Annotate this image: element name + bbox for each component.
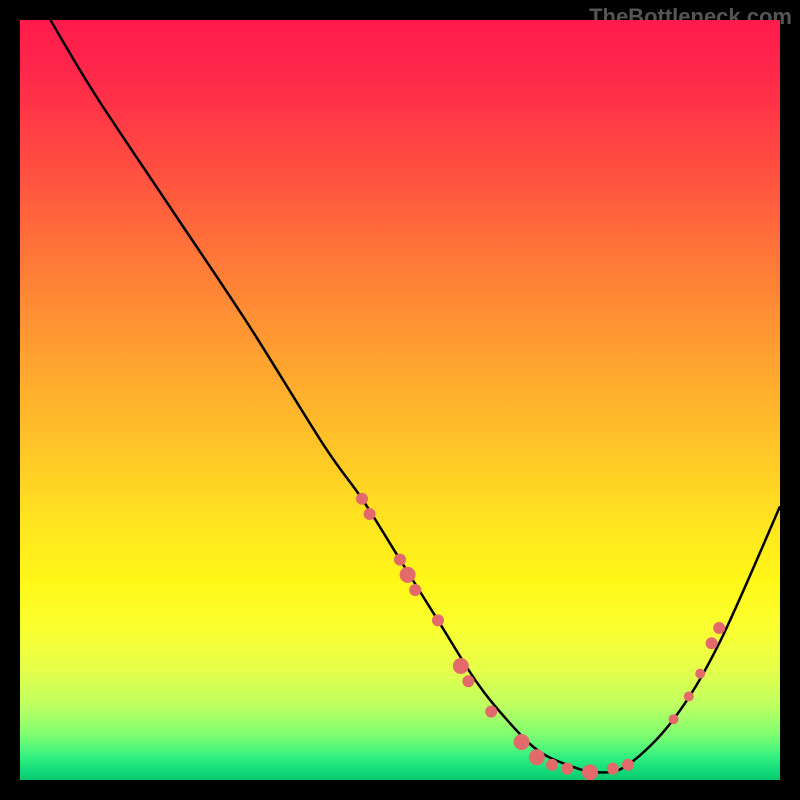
curve-markers	[356, 493, 725, 780]
marker-dot	[485, 706, 497, 718]
marker-dot	[400, 567, 416, 583]
marker-dot	[546, 759, 558, 771]
marker-dot	[364, 508, 376, 520]
curve-line	[50, 20, 780, 772]
chart-container: TheBottleneck.com	[0, 0, 800, 800]
marker-dot	[453, 658, 469, 674]
marker-dot	[713, 622, 725, 634]
chart-svg	[20, 20, 780, 780]
marker-dot	[394, 554, 406, 566]
marker-dot	[432, 614, 444, 626]
marker-dot	[622, 759, 634, 771]
marker-dot	[529, 749, 545, 765]
marker-dot	[356, 493, 368, 505]
marker-dot	[582, 764, 598, 780]
marker-dot	[684, 691, 694, 701]
marker-dot	[607, 763, 619, 775]
marker-dot	[706, 637, 718, 649]
marker-dot	[695, 669, 705, 679]
plot-area	[20, 20, 780, 780]
marker-dot	[669, 714, 679, 724]
marker-dot	[462, 675, 474, 687]
marker-dot	[561, 763, 573, 775]
marker-dot	[514, 734, 530, 750]
marker-dot	[409, 584, 421, 596]
